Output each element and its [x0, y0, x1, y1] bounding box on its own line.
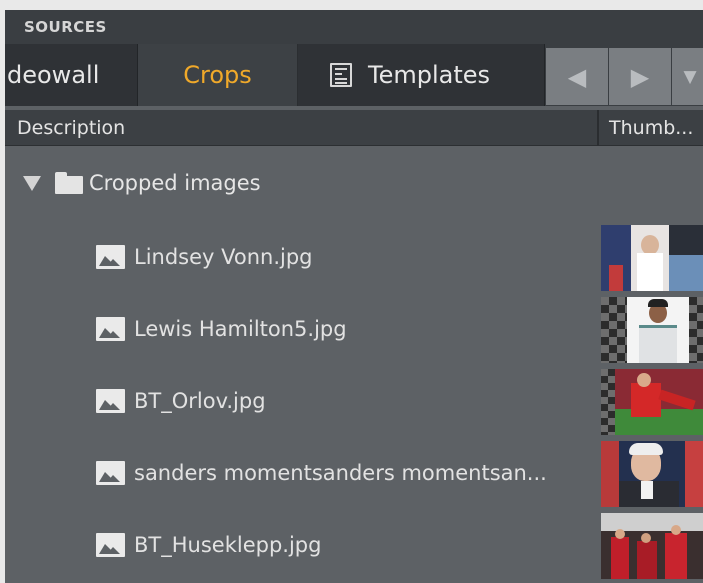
thumbnail-image	[601, 369, 703, 435]
tab-crops[interactable]: Crops	[138, 44, 298, 106]
image-icon	[96, 245, 125, 269]
chevron-left-icon: ◀	[567, 62, 587, 91]
crops-tree: Cropped images Lindsey Vonn.jpg Lewis Ha…	[5, 146, 703, 583]
image-icon	[96, 389, 125, 413]
tab-list-menu-button[interactable]: ▼	[672, 48, 703, 105]
column-description[interactable]: Description	[17, 110, 125, 146]
tab-videowall[interactable]: deowall	[5, 44, 138, 106]
list-item[interactable]: Lewis Hamilton5.jpg	[5, 293, 703, 365]
item-label: BT_Orlov.jpg	[134, 389, 266, 413]
panel-title: SOURCES	[5, 10, 703, 44]
image-icon	[96, 317, 125, 341]
item-label: Lindsey Vonn.jpg	[134, 245, 313, 269]
tab-bar: deowall Crops Templates ◀ ▶ ▼	[5, 44, 703, 106]
thumbnail-image	[601, 441, 703, 507]
folder-icon	[55, 172, 83, 194]
column-header: Description Thumb...	[5, 110, 703, 146]
tab-scroll-right-button[interactable]: ▶	[609, 48, 671, 105]
list-item[interactable]: sanders momentsanders momentsan...	[5, 437, 703, 509]
item-label: BT_Huseklepp.jpg	[134, 533, 322, 557]
expand-triangle-icon[interactable]	[23, 175, 41, 191]
tree-folder-cropped-images[interactable]: Cropped images	[5, 166, 405, 200]
item-label: sanders momentsanders momentsan...	[134, 461, 547, 485]
sources-panel: SOURCES deowall Crops Templates ◀ ▶ ▼ De…	[0, 0, 703, 583]
tab-label: Templates	[368, 61, 491, 89]
item-label: Lewis Hamilton5.jpg	[134, 317, 347, 341]
list-item[interactable]: Lindsey Vonn.jpg	[5, 221, 703, 293]
image-icon	[96, 461, 125, 485]
tab-label: deowall	[7, 61, 100, 89]
chevron-down-icon: ▼	[683, 66, 697, 87]
image-icon	[96, 533, 125, 557]
tab-scroll-left-button[interactable]: ◀	[546, 48, 608, 105]
thumbnail-image	[601, 225, 703, 291]
templates-icon	[330, 63, 352, 87]
thumbnail-image	[601, 513, 703, 579]
list-item[interactable]: BT_Huseklepp.jpg	[5, 509, 703, 581]
folder-label: Cropped images	[89, 171, 261, 195]
tab-label: Crops	[183, 61, 252, 89]
thumbnail-image	[601, 297, 703, 363]
chevron-right-icon: ▶	[630, 62, 650, 91]
column-thumbnail[interactable]: Thumb...	[609, 110, 693, 146]
tab-templates[interactable]: Templates	[298, 44, 545, 106]
column-resize-handle[interactable]	[597, 110, 599, 146]
list-item[interactable]: BT_Orlov.jpg	[5, 365, 703, 437]
